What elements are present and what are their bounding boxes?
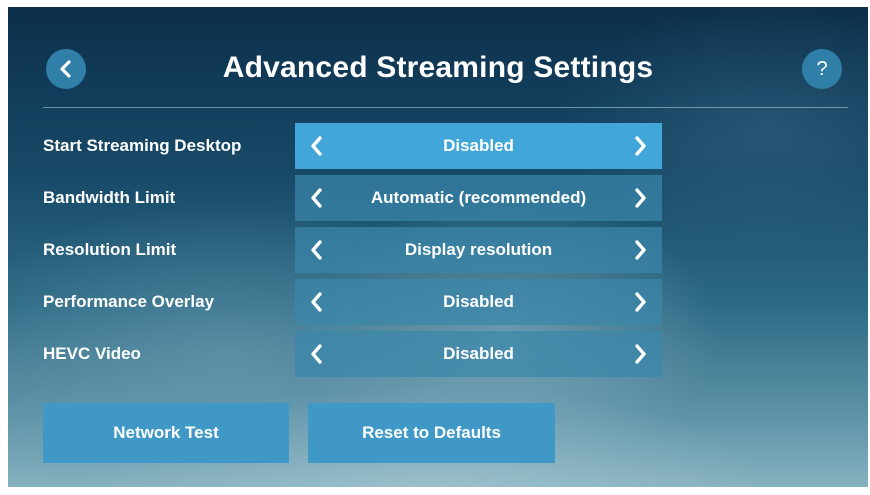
header: Advanced Streaming Settings ? xyxy=(8,7,868,107)
setting-selector[interactable]: Automatic (recommended) xyxy=(295,175,662,221)
chevron-right-icon xyxy=(635,188,646,208)
setting-row-bandwidth-limit: Bandwidth Limit Automatic (recommended) xyxy=(8,175,868,221)
chevron-right-icon xyxy=(635,136,646,156)
previous-option-button[interactable] xyxy=(295,279,339,325)
chevron-right-icon xyxy=(635,292,646,312)
setting-selector[interactable]: Disabled xyxy=(295,279,662,325)
network-test-button[interactable]: Network Test xyxy=(43,403,289,463)
setting-label: Bandwidth Limit xyxy=(43,188,176,207)
help-button[interactable]: ? xyxy=(802,49,842,89)
setting-label: Resolution Limit xyxy=(43,240,177,259)
setting-value: Disabled xyxy=(443,292,514,311)
chevron-left-icon xyxy=(311,188,322,208)
help-icon: ? xyxy=(816,58,828,80)
setting-row-hevc-video: HEVC Video Disabled xyxy=(8,331,868,377)
next-option-button[interactable] xyxy=(618,279,662,325)
next-option-button[interactable] xyxy=(618,227,662,273)
setting-value: Display resolution xyxy=(404,240,553,259)
next-option-button[interactable] xyxy=(618,175,662,221)
setting-selector[interactable]: Display resolution xyxy=(295,227,662,273)
setting-row-performance-overlay: Performance Overlay Disabled xyxy=(8,279,868,325)
chevron-right-icon xyxy=(635,240,646,260)
previous-option-button[interactable] xyxy=(295,123,339,169)
chevron-left-icon xyxy=(311,240,322,260)
setting-row-start-streaming-desktop: Start Streaming Desktop Disabled xyxy=(8,123,868,169)
next-option-button[interactable] xyxy=(618,331,662,377)
previous-option-button[interactable] xyxy=(295,227,339,273)
setting-value: Disabled xyxy=(443,344,514,363)
setting-label: Start Streaming Desktop xyxy=(43,136,242,155)
chevron-left-icon xyxy=(311,136,322,156)
chevron-left-icon xyxy=(311,344,322,364)
header-divider xyxy=(43,107,848,108)
reset-defaults-button[interactable]: Reset to Defaults xyxy=(308,403,555,463)
chevron-left-icon xyxy=(311,292,322,312)
setting-label: Performance Overlay xyxy=(43,292,215,311)
previous-option-button[interactable] xyxy=(295,331,339,377)
setting-selector[interactable]: Disabled xyxy=(295,123,662,169)
setting-selector[interactable]: Disabled xyxy=(295,331,662,377)
page-title: Advanced Streaming Settings xyxy=(222,51,654,84)
chevron-right-icon xyxy=(635,344,646,364)
settings-screen: Advanced Streaming Settings ? Start Stre… xyxy=(8,7,868,487)
previous-option-button[interactable] xyxy=(295,175,339,221)
setting-label: HEVC Video xyxy=(43,344,141,363)
next-option-button[interactable] xyxy=(618,123,662,169)
setting-value: Automatic (recommended) xyxy=(370,188,587,207)
setting-value: Disabled xyxy=(443,136,514,155)
setting-row-resolution-limit: Resolution Limit Display resolution xyxy=(8,227,868,273)
